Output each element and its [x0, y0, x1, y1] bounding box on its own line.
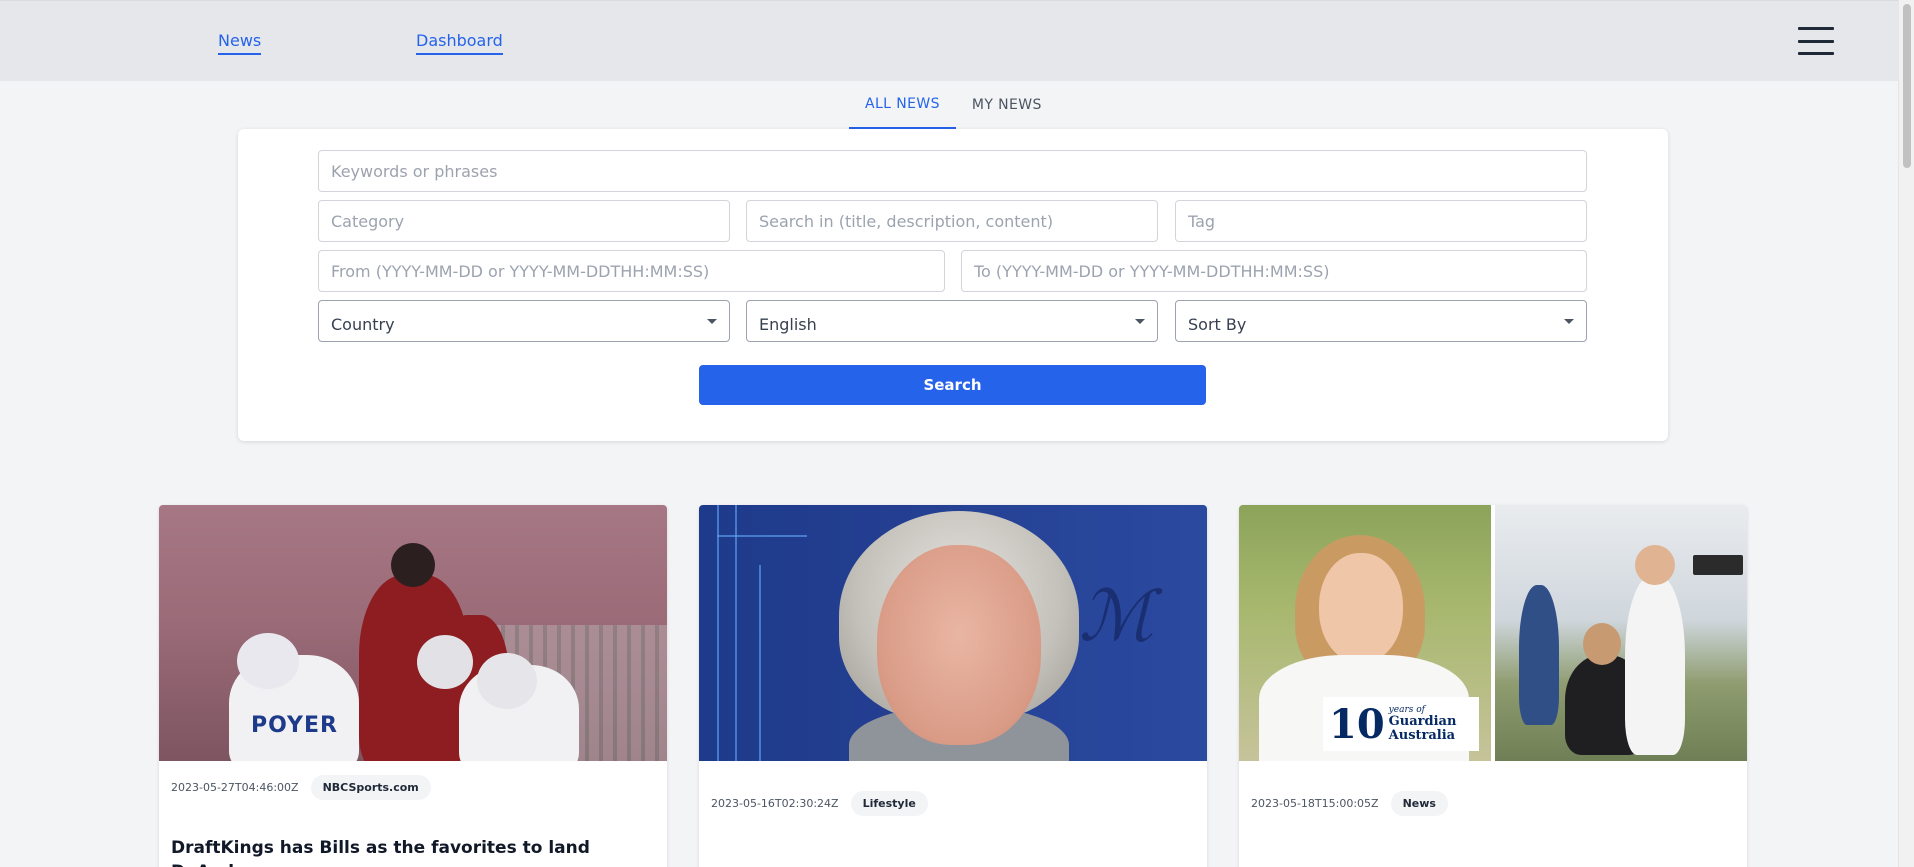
- logo-line: Guardian: [1388, 714, 1457, 730]
- tab-my-news[interactable]: MY NEWS: [956, 81, 1058, 129]
- guardian-logo: 10 years of Guardian Australia: [1323, 697, 1479, 751]
- tag-input[interactable]: [1175, 200, 1587, 242]
- helmet-figure: [477, 653, 537, 709]
- article-meta: 2023-05-27T04:46:00Z NBCSports.com: [171, 775, 431, 800]
- scrollbar-thumb[interactable]: [1903, 4, 1911, 168]
- logo-text: years of Guardian Australia: [1388, 705, 1457, 743]
- to-date-input[interactable]: [961, 250, 1587, 292]
- keywords-input[interactable]: [318, 150, 1587, 192]
- language-select[interactable]: English: [746, 300, 1158, 342]
- person-figure: [1625, 575, 1685, 755]
- page-scrollbar[interactable]: [1898, 0, 1914, 867]
- article-meta: 2023-05-18T15:00:05Z News: [1251, 791, 1448, 816]
- football-figure: [391, 543, 435, 587]
- article-card[interactable]: POYER 2023-05-27T04:46:00Z NBCSports.com…: [159, 505, 667, 867]
- article-date: 2023-05-18T15:00:05Z: [1251, 797, 1379, 810]
- article-image[interactable]: ℳ: [699, 505, 1207, 761]
- nav-link-dashboard[interactable]: Dashboard: [416, 31, 503, 55]
- photo-right: [1495, 505, 1747, 761]
- person-head: [1635, 545, 1675, 585]
- tab-all-news[interactable]: ALL NEWS: [849, 81, 956, 129]
- article-date: 2023-05-27T04:46:00Z: [171, 781, 299, 794]
- chevron-down-icon: [1135, 319, 1145, 324]
- article-image[interactable]: POYER: [159, 505, 667, 761]
- article-meta: 2023-05-16T02:30:24Z Lifestyle: [711, 791, 928, 816]
- language-select-value: English: [759, 314, 817, 334]
- article-card[interactable]: 10 years of Guardian Australia 2023-05-1…: [1239, 505, 1747, 867]
- source-badge[interactable]: News: [1390, 791, 1448, 816]
- portrait-face: [877, 545, 1041, 745]
- source-badge[interactable]: Lifestyle: [850, 791, 928, 816]
- helmet-figure: [237, 633, 299, 689]
- sort-by-select-value: Sort By: [1188, 314, 1247, 334]
- logo-number: 10: [1329, 700, 1385, 748]
- person-figure: [1519, 585, 1559, 725]
- jersey-text: POYER: [251, 713, 338, 738]
- decor-line: [759, 565, 761, 761]
- news-tabs: ALL NEWS MY NEWS: [849, 81, 1058, 129]
- decor-line: [717, 535, 807, 537]
- decor-line: [735, 505, 737, 761]
- helmet-figure: [417, 635, 473, 689]
- portrait-face: [1319, 553, 1403, 663]
- nav-link-news[interactable]: News: [218, 31, 262, 55]
- search-in-input[interactable]: [746, 200, 1158, 242]
- article-date: 2023-05-16T02:30:24Z: [711, 797, 839, 810]
- hamburger-line: [1798, 52, 1834, 55]
- person-head: [1583, 623, 1621, 665]
- source-badge[interactable]: NBCSports.com: [310, 775, 431, 800]
- sort-by-select[interactable]: Sort By: [1175, 300, 1587, 342]
- decor-line: [717, 505, 719, 761]
- country-select-value: Country: [331, 314, 395, 334]
- article-headline[interactable]: DraftKings has Bills as the favorites to…: [171, 837, 661, 867]
- top-navigation-bar: News Dashboard: [0, 0, 1898, 81]
- background-sign: [1693, 555, 1743, 575]
- chevron-down-icon: [707, 319, 717, 324]
- search-button[interactable]: Search: [699, 365, 1206, 405]
- chevron-down-icon: [1564, 319, 1574, 324]
- hamburger-line: [1798, 27, 1834, 30]
- article-image[interactable]: 10 years of Guardian Australia: [1239, 505, 1747, 761]
- from-date-input[interactable]: [318, 250, 945, 292]
- background-script: ℳ: [1079, 575, 1154, 657]
- logo-line: Australia: [1388, 727, 1456, 743]
- article-card[interactable]: ℳ 2023-05-16T02:30:24Z Lifestyle: [699, 505, 1207, 867]
- hamburger-menu-icon[interactable]: [1798, 27, 1834, 55]
- category-input[interactable]: [318, 200, 730, 242]
- hamburger-line: [1798, 39, 1834, 43]
- country-select[interactable]: Country: [318, 300, 730, 342]
